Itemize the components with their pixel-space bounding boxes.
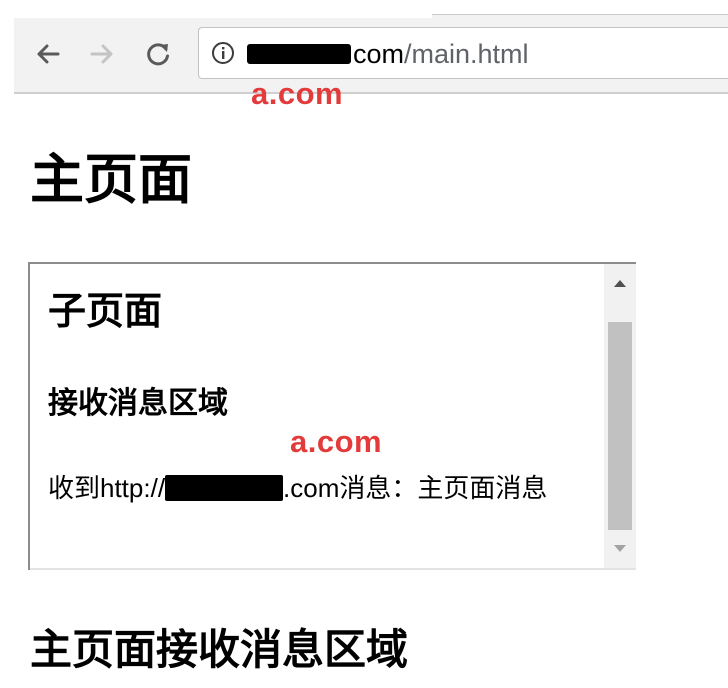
main-receive-heading: 主页面接收消息区域 <box>30 625 409 674</box>
redacted-domain <box>247 44 351 64</box>
forward-arrow-icon <box>90 44 113 64</box>
info-icon[interactable] <box>211 41 235 65</box>
scroll-down-button[interactable] <box>604 532 636 566</box>
domain-annotation-iframe: a.com <box>290 424 383 459</box>
iframe-scrollbar[interactable] <box>604 264 636 570</box>
scroll-thumb[interactable] <box>608 322 632 530</box>
back-button[interactable] <box>30 36 66 72</box>
page-title: 主页面 <box>30 148 192 211</box>
reload-icon <box>147 43 169 66</box>
iframe-title: 子页面 <box>48 289 163 333</box>
scroll-up-button[interactable] <box>604 266 636 300</box>
url-host: com <box>353 39 405 69</box>
address-bar[interactable]: com/main.html <box>198 27 728 79</box>
url-text[interactable]: com/main.html <box>247 38 529 70</box>
browser-toolbar: com/main.html <box>14 18 728 94</box>
receive-area-heading: 接收消息区域 <box>48 386 228 421</box>
forward-button[interactable] <box>84 36 120 72</box>
scroll-up-icon <box>614 280 626 287</box>
reload-button[interactable] <box>140 36 176 72</box>
redacted-origin <box>165 475 284 501</box>
url-path: /main.html <box>404 39 529 69</box>
domain-annotation-top: a.com <box>251 76 344 111</box>
message-suffix: .com消息：主页面消息 <box>283 473 548 503</box>
back-arrow-icon <box>37 44 60 64</box>
child-iframe: 子页面 接收消息区域 收到http:// .com消息：主页面消息 <box>28 262 636 570</box>
received-message: 收到http:// .com消息：主页面消息 <box>48 469 578 507</box>
scroll-down-icon <box>614 545 626 552</box>
message-prefix: 收到http:// <box>48 473 166 503</box>
